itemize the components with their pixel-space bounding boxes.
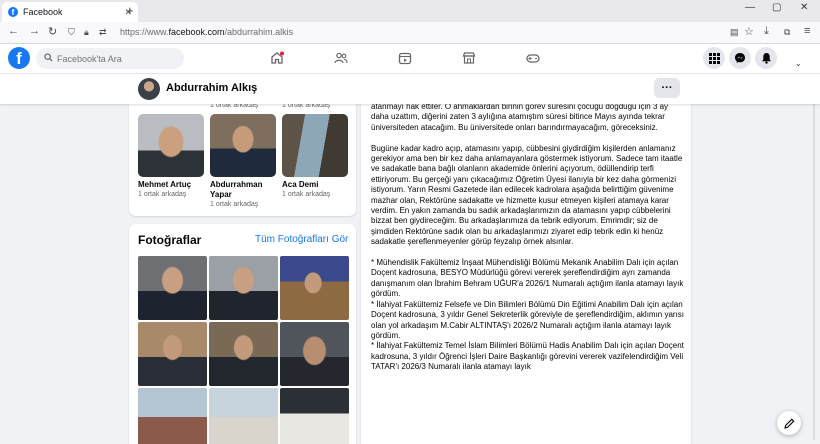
maximize-icon[interactable]: ▢ (772, 2, 781, 13)
browser-tab[interactable]: f Facebook ✕ (2, 2, 138, 22)
photo-thumbnail[interactable] (138, 322, 207, 386)
home-icon[interactable] (270, 51, 284, 65)
friend-mutual: 1 ortak arkadaş (282, 191, 331, 198)
reader-view-icon[interactable]: ▤ (730, 27, 739, 38)
friend-photo[interactable] (210, 114, 276, 177)
address-bar[interactable]: https://www.facebook.com/abdurrahim.alki… (120, 27, 293, 37)
friend-item[interactable]: Abdurrahman Yapar 1 ortak arkadaş (210, 114, 276, 210)
account-chevron-icon[interactable]: ⌄ (795, 59, 802, 68)
new-tab-button[interactable]: + (126, 3, 134, 18)
browser-tab-bar: f Facebook ✕ + — ▢ ✕ (0, 0, 820, 22)
search-icon (44, 53, 53, 64)
downloads-icon[interactable]: ⤓ (764, 25, 769, 38)
search-input[interactable] (57, 53, 177, 64)
photo-thumbnail[interactable] (209, 322, 278, 386)
lock-icon[interactable]: 🔒︎ (84, 27, 89, 38)
photo-thumbnail[interactable] (138, 388, 207, 444)
compose-icon (783, 418, 794, 429)
tab-title: Facebook (23, 7, 63, 17)
url-host: facebook.com (168, 27, 225, 37)
friend-name[interactable]: Abdurrahman Yapar (210, 180, 276, 200)
photo-thumbnail[interactable] (138, 256, 207, 320)
permissions-icon[interactable]: ⇄ (99, 27, 107, 38)
friend-item[interactable]: Mehmet Artuç 1 ortak arkadaş (138, 114, 204, 200)
photo-thumbnail[interactable] (209, 256, 278, 320)
notifications-icon[interactable] (755, 47, 777, 69)
post-text: atanmayı hak ettiler. O ahmaklardan biri… (371, 102, 687, 383)
friend-photo[interactable] (138, 114, 204, 177)
photo-thumbnail[interactable] (280, 388, 349, 444)
new-message-button[interactable] (777, 411, 801, 435)
marketplace-icon[interactable] (462, 51, 476, 65)
see-all-photos-link[interactable]: Tüm Fotoğrafları Gör (255, 234, 348, 245)
url-prefix: https://www. (120, 27, 169, 37)
browser-nav-bar: ← → ↻ ⛉ 🔒︎ ⇄ https://www.facebook.com/ab… (0, 22, 820, 44)
search-box[interactable] (36, 48, 184, 69)
post-paragraph: atanmayı hak ettiler. O ahmaklardan biri… (371, 102, 669, 132)
photo-thumbnail[interactable] (280, 256, 349, 320)
profile-name[interactable]: Abdurrahim Alkış (166, 82, 257, 94)
post-paragraph: * Mühendislik Fakültemiz İnşaat Mühendis… (371, 258, 685, 372)
post-card: atanmayı hak ettiler. O ahmaklardan biri… (361, 96, 691, 444)
photo-thumbnail[interactable] (280, 322, 349, 386)
profile-sticky-header: Abdurrahim Alkış ··· (0, 74, 820, 104)
gaming-icon[interactable] (526, 51, 540, 65)
friends-card: 1 ortak arkadaş 1 ortak arkadaş Mehmet A… (129, 96, 356, 216)
friend-name[interactable]: Aca Demi (282, 180, 348, 190)
profile-avatar[interactable] (138, 78, 160, 100)
facebook-logo-icon[interactable]: f (8, 47, 30, 69)
extensions-icon[interactable]: ⧉ (784, 27, 790, 38)
post-paragraph: Bugüne kadar kadro açıp, atamasını yapıp… (371, 143, 683, 247)
close-window-icon[interactable]: ✕ (800, 2, 808, 13)
friend-mutual: 1 ortak arkadaş (138, 191, 187, 198)
bookmark-star-icon[interactable]: ☆ (744, 25, 754, 38)
minimize-icon[interactable]: — (745, 2, 755, 13)
browser-menu-icon[interactable]: ≡ (804, 25, 810, 37)
facebook-favicon-icon: f (8, 7, 18, 17)
reload-icon[interactable]: ↻ (48, 25, 57, 38)
shield-icon[interactable]: ⛉ (68, 27, 75, 38)
watch-icon[interactable] (398, 51, 412, 65)
facebook-header: f ⌄ (0, 44, 820, 74)
back-icon[interactable]: ← (8, 25, 19, 37)
friend-item[interactable]: Aca Demi 1 ortak arkadaş (282, 114, 348, 200)
friend-mutual: 1 ortak arkadaş (210, 201, 259, 208)
photos-title: Fotoğraflar (138, 233, 202, 247)
more-options-button[interactable]: ··· (654, 78, 680, 98)
photo-thumbnail[interactable] (209, 388, 278, 444)
forward-icon[interactable]: → (29, 25, 40, 37)
photos-card: Fotoğraflar Tüm Fotoğrafları Gör (129, 224, 356, 444)
menu-grid-icon[interactable] (703, 47, 725, 69)
friend-photo[interactable] (282, 114, 348, 177)
page-scrollbar[interactable] (808, 74, 820, 444)
friends-icon[interactable] (334, 51, 348, 65)
friend-name[interactable]: Mehmet Artuç (138, 180, 204, 190)
messenger-icon[interactable] (729, 47, 751, 69)
url-path: /abdurrahim.alkis (224, 27, 294, 37)
